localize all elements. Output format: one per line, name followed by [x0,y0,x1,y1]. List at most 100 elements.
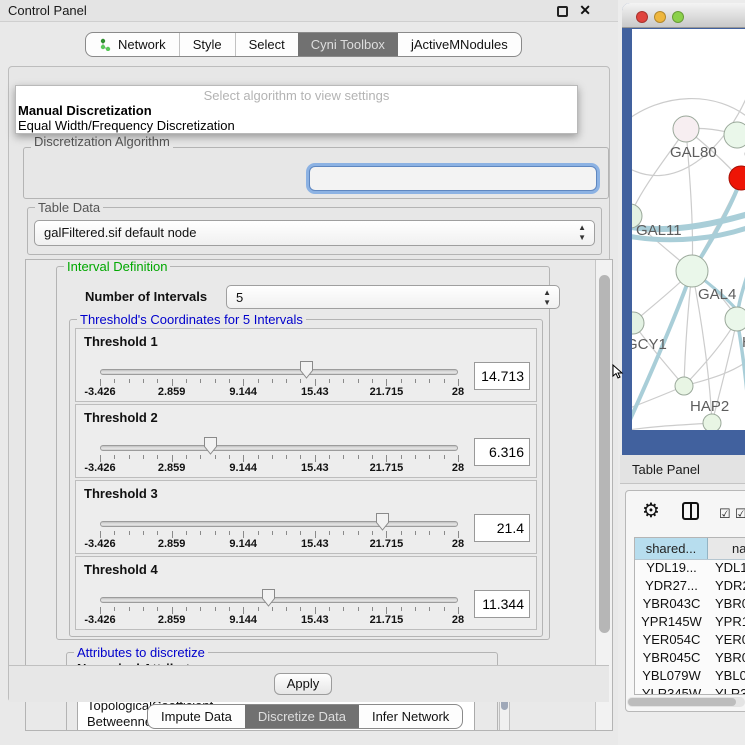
gear-icon[interactable]: ⚙ [642,498,660,523]
table-row[interactable]: YBL079WYBL07 [635,668,745,686]
network-edge [684,359,745,386]
slider-tick [243,379,244,386]
slider-tick [258,455,259,459]
slider-tick [343,379,344,383]
network-node[interactable] [724,122,745,148]
slider-tick [258,607,259,611]
threshold-row: Threshold 2-3.4262.8599.14415.4321.71528… [75,404,537,478]
slider-tick [444,607,445,611]
zoom-traffic-light[interactable] [672,11,684,23]
slider-tick-label: 2.859 [158,462,186,474]
scrollbar-thumb[interactable] [599,275,610,633]
threshold-row: Threshold 4-3.4262.8599.14415.4321.71528… [75,556,537,630]
scrollbar-thumb[interactable] [628,698,736,706]
combobox-stepper-icon: ▲▼ [543,288,551,308]
threshold-value-field[interactable]: 11.344 [474,590,530,618]
table-cell: YBL07 [708,668,745,686]
slider-tick [300,455,301,459]
table-row[interactable]: YPR145WYPR14 [635,614,745,632]
network-node[interactable] [725,307,745,331]
tab-label: Cyni Toolbox [311,37,385,52]
tab-infer-network[interactable]: Infer Network [359,705,462,728]
threshold-label: Threshold 3 [84,486,158,501]
slider-tick [258,379,259,383]
slider-thumb[interactable] [203,436,218,456]
network-node[interactable] [673,116,699,142]
slider-tick [286,379,287,383]
apply-button[interactable]: Apply [274,673,332,695]
minimize-traffic-light[interactable] [654,11,666,23]
tab-discretize-data[interactable]: Discretize Data [245,705,359,728]
table-cell: YBR04 [708,596,745,614]
control-panel-titlebar: Control Panel ✕ [0,0,618,22]
checkbox-icon[interactable]: ☑ [719,506,731,522]
column-header[interactable]: na [708,538,745,559]
table-row[interactable]: YLR345WYLR34 [635,686,745,695]
slider-tick [372,607,373,611]
slider-track[interactable] [100,521,458,527]
slider-tick [300,531,301,535]
slider-tick [415,531,416,535]
tab-jactivemnodules[interactable]: jActiveMNodules [398,33,521,56]
slider-thumb[interactable] [261,588,276,608]
slider-track[interactable] [100,597,458,603]
table-data-combobox[interactable]: galFiltered.sif default node ▲▼ [34,220,595,246]
network-node[interactable] [703,414,721,430]
tab-network[interactable]: Network [86,33,179,56]
tab-cyni-toolbox[interactable]: Cyni Toolbox [298,33,398,56]
slider-tick [129,379,130,383]
column-header[interactable]: shared... [635,538,708,559]
network-node[interactable] [675,377,693,395]
slider-tick [143,455,144,459]
network-node-label: GCY1 [632,336,667,353]
slider-tick [229,531,230,535]
close-traffic-light[interactable] [636,11,648,23]
slider-tick [272,379,273,383]
slider-track[interactable] [100,445,458,451]
table-row[interactable]: YER054CYER05 [635,632,745,650]
checkbox-icon[interactable]: ☑ [735,506,745,522]
algorithm-group-title: Discretization Algorithm [31,134,173,149]
table-data-group-title: Table Data [35,200,103,215]
close-icon[interactable]: ✕ [579,2,591,19]
table-row[interactable]: YBR045CYBR04 [635,650,745,668]
slider-tick [272,455,273,459]
threshold-value-field[interactable]: 6.316 [474,438,530,466]
table-row[interactable]: YDR27...YDR27 [635,578,745,596]
slider-tick-label: 9.144 [229,614,257,626]
slider-tick [329,607,330,611]
slider-tick [329,455,330,459]
slider-tick [229,379,230,383]
float-window-icon[interactable] [557,6,568,17]
algorithm-combobox[interactable] [309,166,597,191]
table-horizontal-scrollbar[interactable] [627,697,745,707]
tab-style[interactable]: Style [179,33,235,56]
settings-vertical-scrollbar[interactable] [595,260,612,730]
slider-tick [444,455,445,459]
network-node[interactable] [676,255,708,287]
tab-select[interactable]: Select [235,33,298,56]
slider-tick [186,607,187,611]
network-node-label: GAL4 [698,286,736,303]
slider-thumb[interactable] [299,360,314,380]
table-row[interactable]: YDL19...YDL19 [635,560,745,578]
table-row[interactable]: YBR043CYBR04 [635,596,745,614]
threshold-value-field[interactable]: 21.4 [474,514,530,542]
columns-icon[interactable] [682,502,699,520]
tab-impute-data[interactable]: Impute Data [148,705,245,728]
slider-tick [129,607,130,611]
dropdown-option[interactable]: Manual Discretization [16,103,577,118]
slider-track[interactable] [100,369,458,375]
slider-tick [415,379,416,383]
number-of-intervals-combobox[interactable]: 5 ▲▼ [226,285,560,309]
dropdown-option[interactable]: Equal Width/Frequency Discretization [16,118,577,133]
threshold-value-field[interactable]: 14.713 [474,362,530,390]
slider-tick [358,379,359,383]
slider-thumb[interactable] [375,512,390,532]
slider-tick [272,531,273,535]
slider-tick [129,531,130,535]
network-canvas[interactable]: GAL80GACGAL11GAL4GCY1HHAP2 [632,29,745,430]
slider-tick-label: -3.426 [84,614,115,626]
slider-tick [386,607,387,614]
slider-tick [114,607,115,611]
